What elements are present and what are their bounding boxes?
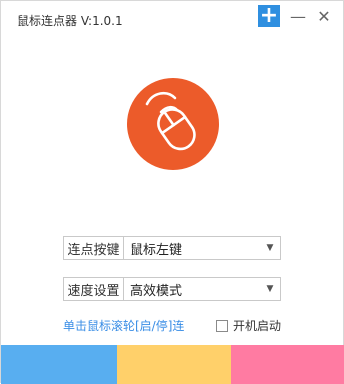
click-key-label: 连点按键 bbox=[64, 237, 124, 259]
startup-option[interactable]: 开机启动 bbox=[216, 317, 281, 334]
startup-checkbox[interactable] bbox=[216, 319, 228, 332]
logo bbox=[127, 78, 219, 170]
app-window: 鼠标连点器 V:1.0.1 + — ✕ 连点按键 鼠标左键 ▼ 速度设置 高效模… bbox=[0, 0, 344, 384]
hint-text: 单击鼠标滚轮[启/停]连 bbox=[63, 319, 185, 333]
color-bar-blue bbox=[1, 345, 117, 384]
minimize-button[interactable]: — bbox=[287, 5, 309, 27]
speed-select[interactable]: 速度设置 高效模式 ▼ bbox=[63, 277, 281, 301]
startup-label: 开机启动 bbox=[233, 319, 282, 333]
click-key-select[interactable]: 连点按键 鼠标左键 ▼ bbox=[63, 236, 281, 260]
color-bar-pink bbox=[231, 345, 344, 384]
speed-label: 速度设置 bbox=[64, 278, 124, 300]
mouse-icon bbox=[145, 91, 196, 151]
click-key-value[interactable]: 鼠标左键 bbox=[130, 237, 182, 259]
color-bar-yellow bbox=[117, 345, 231, 384]
close-icon: ✕ bbox=[317, 6, 331, 26]
chevron-down-icon[interactable]: ▼ bbox=[260, 278, 280, 300]
plus-icon: + bbox=[259, 3, 279, 28]
minimize-icon: — bbox=[290, 6, 306, 26]
close-button[interactable]: ✕ bbox=[313, 5, 335, 27]
window-title: 鼠标连点器 V:1.0.1 bbox=[17, 14, 123, 28]
chevron-down-icon[interactable]: ▼ bbox=[260, 237, 280, 259]
speed-value[interactable]: 高效模式 bbox=[130, 278, 182, 300]
plus-button[interactable]: + bbox=[258, 5, 280, 27]
